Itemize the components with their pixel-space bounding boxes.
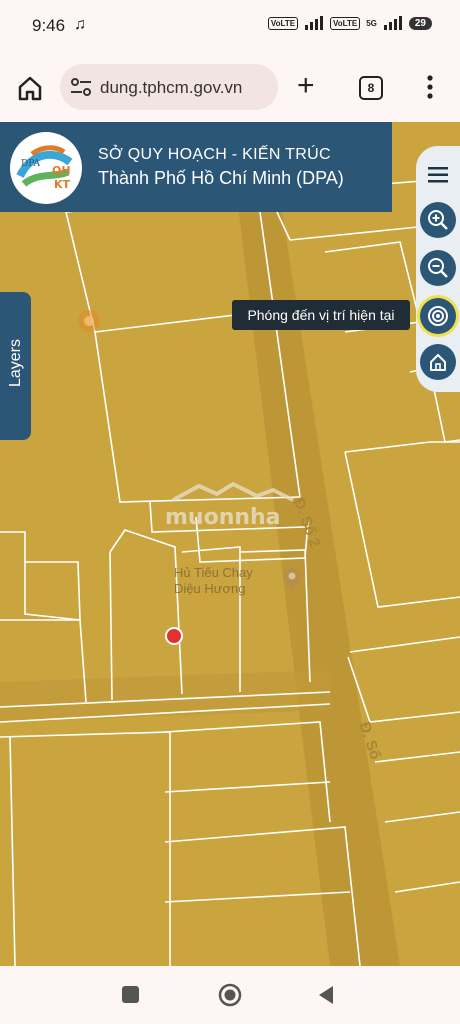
zoom-in-button[interactable]	[420, 202, 456, 238]
battery-icon: 29	[408, 16, 432, 30]
zoom-out-button[interactable]	[420, 250, 456, 286]
poi-name-line1: Hủ Tiếu Chay	[174, 565, 253, 580]
signal-icon	[305, 16, 324, 30]
locate-icon[interactable]	[420, 298, 456, 334]
volte-badge: VoLTE	[267, 16, 299, 30]
home-icon[interactable]	[420, 344, 456, 380]
home-icon[interactable]	[16, 74, 44, 102]
agency-logo: DPA QH KT	[10, 132, 82, 204]
map-toolbar	[416, 146, 460, 392]
tiktok-icon: ♫	[74, 16, 86, 33]
volte-badge-2: VoLTE	[330, 16, 361, 30]
recents-icon[interactable]	[122, 986, 139, 1003]
locate-tooltip: Phóng đến vị trí hiện tại	[232, 300, 410, 330]
locate-button[interactable]	[420, 298, 456, 334]
site-settings-icon[interactable]	[70, 77, 92, 97]
svg-text:DPA: DPA	[21, 159, 40, 169]
more-options-icon[interactable]	[426, 74, 434, 100]
home-extent-button[interactable]	[420, 344, 456, 380]
new-tab-icon[interactable]: +	[297, 71, 315, 101]
layers-tab[interactable]: Layers	[0, 292, 31, 440]
layers-label[interactable]: Layers	[7, 303, 25, 423]
status-indicators: VoLTE VoLTE 5G 29	[267, 16, 432, 30]
poi-label[interactable]: Hủ Tiếu Chay Diệu Hương	[174, 565, 253, 597]
status-bar: 9:46 ♫ VoLTE VoLTE 5G 29	[0, 0, 460, 52]
city-name: Thành Phố Hồ Chí Minh (DPA)	[98, 168, 344, 188]
svg-text:QH: QH	[52, 164, 71, 177]
location-pin-icon[interactable]	[280, 566, 304, 592]
browser-toolbar: dung.tphcm.gov.vn + 8	[0, 52, 460, 122]
home-circle-icon[interactable]	[218, 983, 242, 1007]
zoom-out-icon[interactable]	[420, 250, 456, 286]
tab-count-button[interactable]: 8	[359, 76, 383, 100]
signal-icon-2	[383, 16, 402, 30]
network-gen: 5G	[366, 18, 377, 28]
svg-text:KT: KT	[54, 178, 71, 191]
map-canvas[interactable]	[0, 122, 460, 966]
poi-name-line2: Diệu Hương	[174, 581, 246, 596]
agency-name: SỞ QUY HOẠCH - KIẾN TRÚC	[98, 146, 331, 163]
watermark-logo: muonnha	[165, 481, 294, 530]
agency-header: DPA QH KT SỞ QUY HOẠCH - KIẾN TRÚC Thành…	[0, 122, 392, 212]
status-time: 9:46	[32, 16, 66, 35]
watermark-text: muonnha	[165, 505, 281, 530]
address-bar[interactable]: dung.tphcm.gov.vn	[60, 64, 278, 110]
url-text[interactable]: dung.tphcm.gov.vn	[100, 78, 274, 98]
menu-icon[interactable]	[428, 166, 448, 184]
map-parcels	[0, 122, 460, 966]
system-nav-bar	[0, 966, 460, 1024]
zoom-in-icon[interactable]	[420, 202, 456, 238]
location-marker[interactable]	[165, 627, 183, 645]
back-icon[interactable]	[316, 984, 336, 1006]
poi-pin-icon[interactable]	[76, 308, 102, 334]
